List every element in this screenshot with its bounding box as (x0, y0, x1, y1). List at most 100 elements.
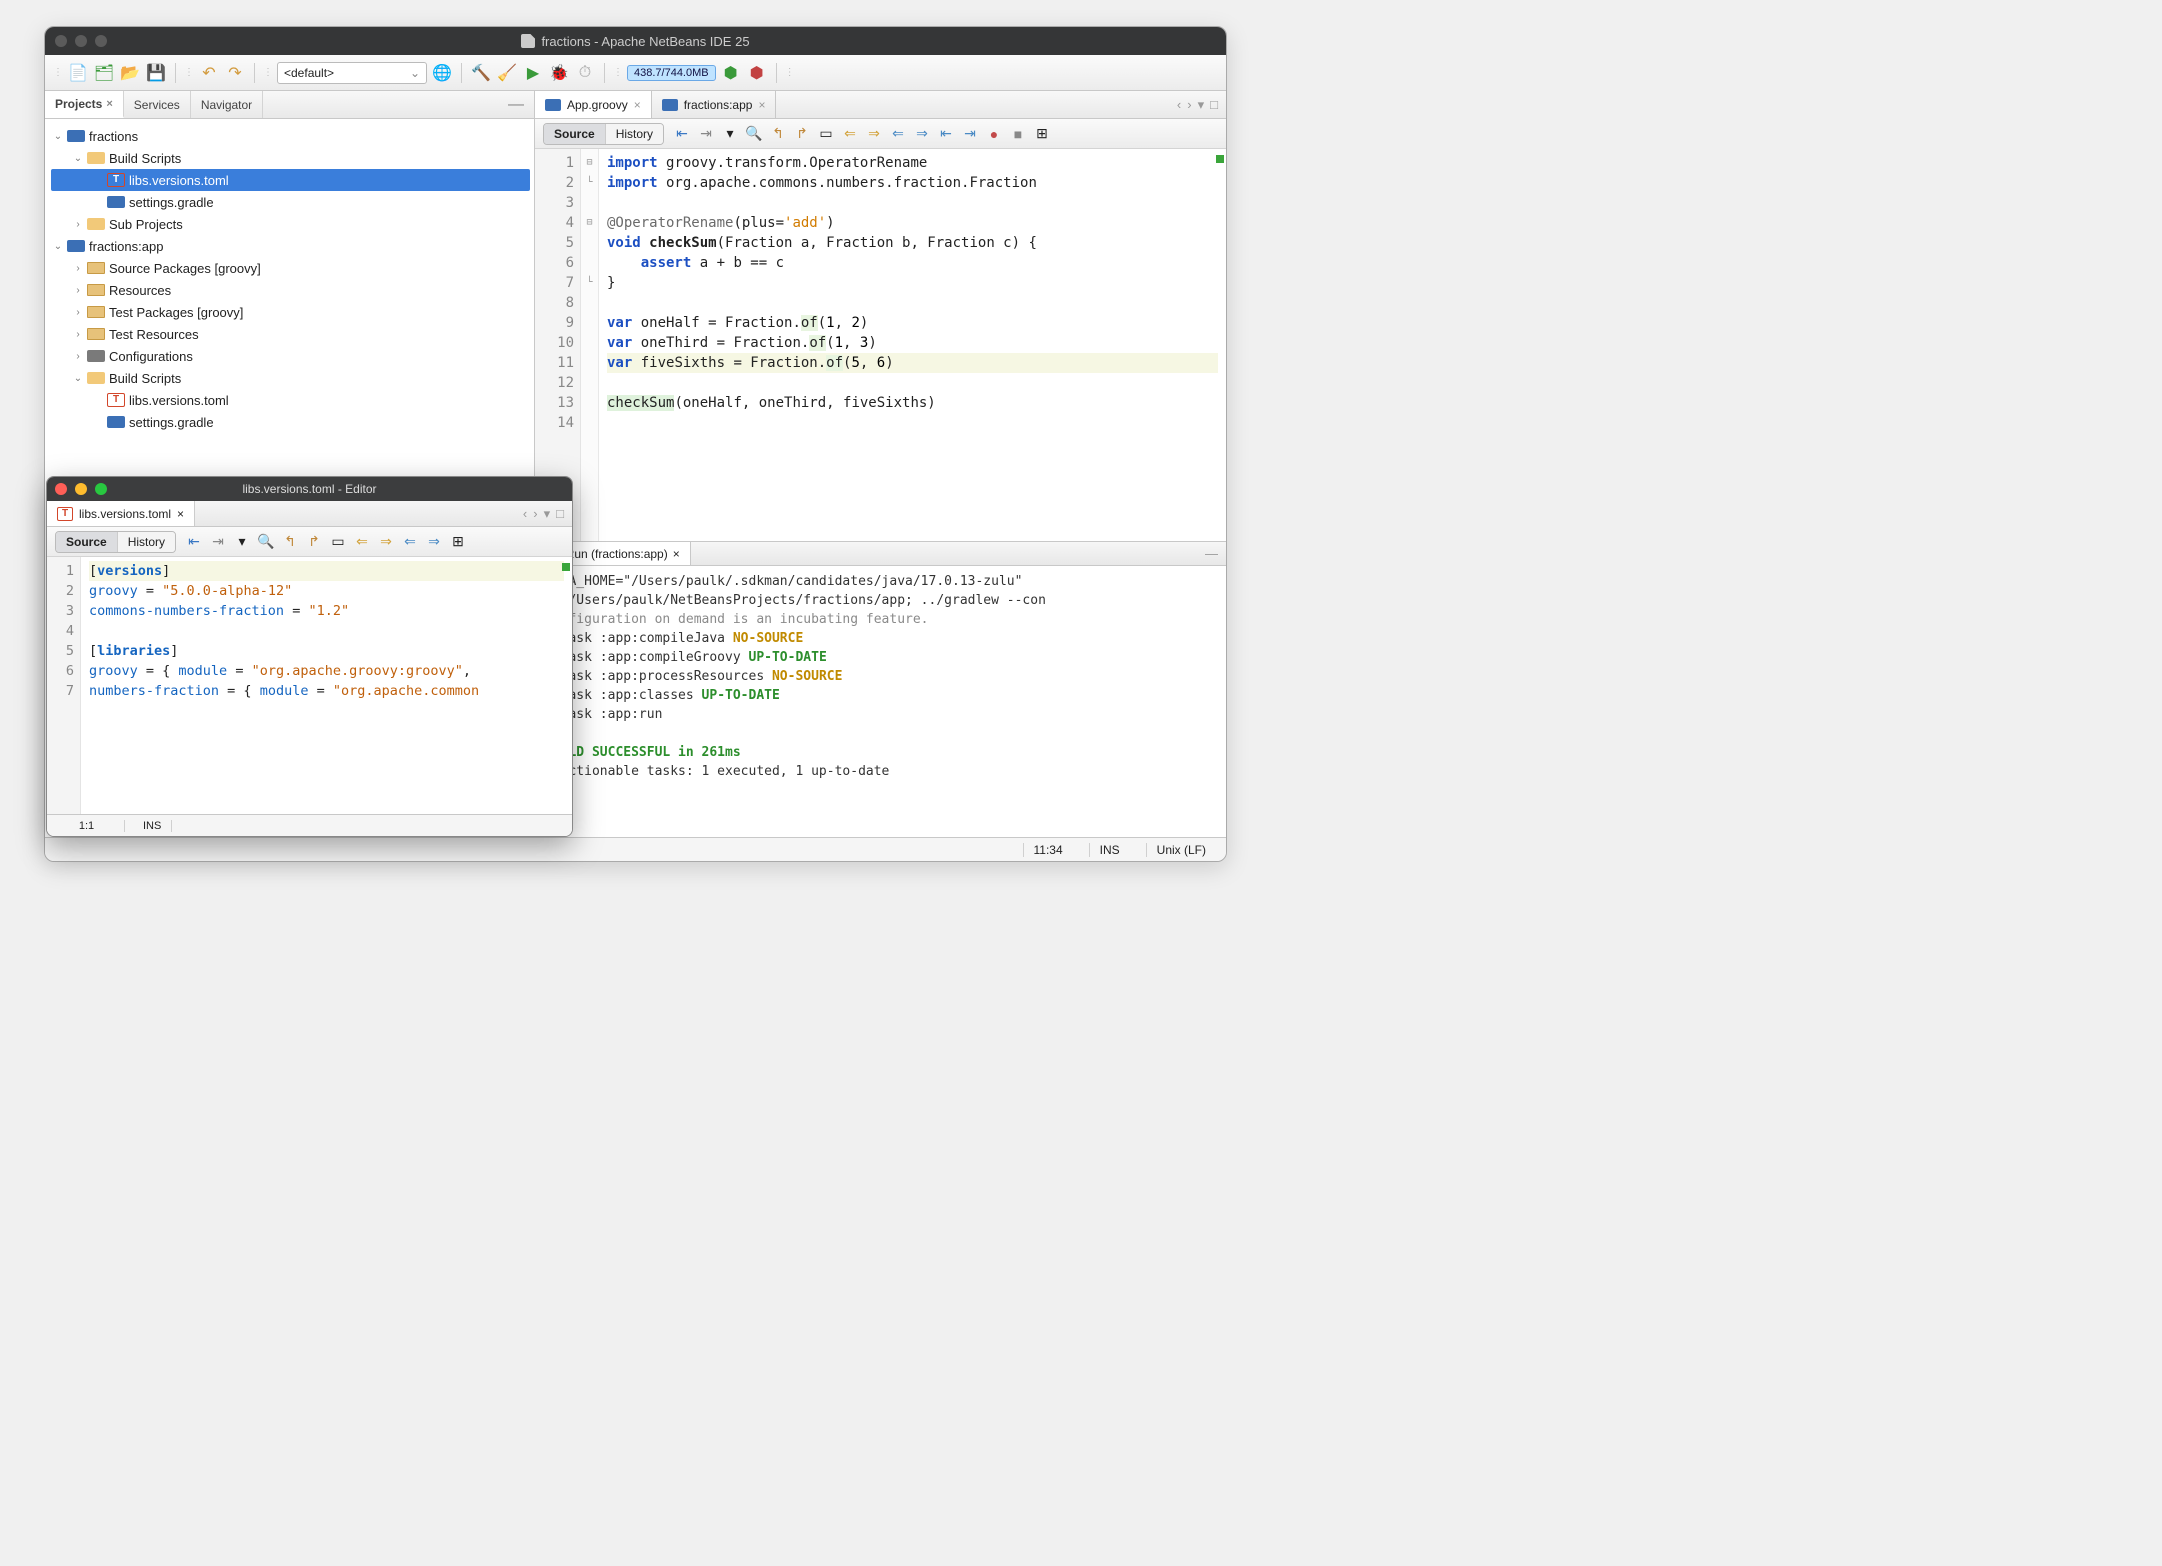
profile-icon[interactable]: ⏱ (574, 62, 596, 84)
prev-icon[interactable]: ↰ (280, 532, 300, 552)
gc-stop-icon[interactable]: ⬢ (746, 62, 768, 84)
tab-navigator[interactable]: Navigator (191, 91, 263, 118)
bookmark-prev-icon[interactable]: ⇐ (888, 124, 908, 144)
disclosure-icon[interactable]: ⌄ (53, 131, 63, 142)
disclosure-icon[interactable]: › (73, 329, 83, 340)
run-config-combo[interactable]: <default> ⌄ (277, 62, 427, 84)
error-stripe-marker[interactable] (562, 563, 570, 571)
minimize-sidebar-icon[interactable]: — (498, 96, 534, 114)
code-editor[interactable]: 1234567891011121314 ⊟└⊟└ import import g… (535, 149, 1226, 541)
find-icon[interactable]: 🔍 (256, 532, 276, 552)
insert-mode[interactable]: INS (1089, 843, 1130, 857)
bookmark-next-icon[interactable]: ⇒ (424, 532, 444, 552)
next-tab-icon[interactable]: › (1187, 97, 1191, 112)
bookmark-next-icon[interactable]: ⇒ (912, 124, 932, 144)
tree-resources[interactable]: › Resources (51, 279, 530, 301)
tree-project-fractions-app[interactable]: ⌄ fractions:app (51, 235, 530, 257)
dropdown-icon[interactable]: ▾ (720, 124, 740, 144)
tree-build-scripts-2[interactable]: ⌄ Build Scripts (51, 367, 530, 389)
tree-source-packages[interactable]: › Source Packages [groovy] (51, 257, 530, 279)
tree-libs-versions-toml[interactable]: T libs.versions.toml (51, 169, 530, 191)
prev-tab-icon[interactable]: ‹ (523, 506, 527, 521)
close-icon[interactable]: × (673, 547, 680, 561)
tab-app-groovy[interactable]: App.groovy × (535, 91, 652, 118)
fold-column[interactable]: ⊟└⊟└ (581, 149, 599, 541)
history-tab[interactable]: History (118, 532, 175, 552)
find-icon[interactable]: 🔍 (744, 124, 764, 144)
disclosure-icon[interactable]: › (73, 285, 83, 296)
disclosure-icon[interactable]: › (73, 351, 83, 362)
stop-macro-icon[interactable]: ■ (1008, 124, 1028, 144)
float-tab-toml[interactable]: T libs.versions.toml × (47, 501, 195, 526)
build-icon[interactable]: 🔨 (470, 62, 492, 84)
tab-fractions-app[interactable]: fractions:app × (652, 91, 777, 118)
disclosure-icon[interactable]: ⌄ (53, 241, 63, 252)
tree-project-fractions[interactable]: ⌄ fractions (51, 125, 530, 147)
disclosure-icon[interactable]: › (73, 263, 83, 274)
error-stripe-marker[interactable] (1216, 155, 1224, 163)
disclosure-icon[interactable]: ⌄ (73, 153, 83, 164)
tree-configurations[interactable]: › Configurations (51, 345, 530, 367)
nav-fwd-icon[interactable]: ⇥ (208, 532, 228, 552)
run-icon[interactable]: ▶ (522, 62, 544, 84)
close-icon[interactable]: × (177, 507, 184, 521)
diff-prev-icon[interactable]: ⇐ (840, 124, 860, 144)
tree-test-resources[interactable]: › Test Resources (51, 323, 530, 345)
shift-right-icon[interactable]: ⇥ (960, 124, 980, 144)
maximize-icon[interactable]: □ (1210, 97, 1218, 112)
dropdown-icon[interactable]: ▾ (232, 532, 252, 552)
diff-next-icon[interactable]: ⇒ (864, 124, 884, 144)
source-tab[interactable]: Source (56, 532, 118, 552)
next-icon[interactable]: ↱ (304, 532, 324, 552)
bookmark-prev-icon[interactable]: ⇐ (400, 532, 420, 552)
memory-badge[interactable]: 438.7/744.0MB (627, 65, 716, 81)
close-icon[interactable]: × (106, 98, 112, 110)
tree-sub-projects[interactable]: › Sub Projects (51, 213, 530, 235)
split-icon[interactable]: ⊞ (1032, 124, 1052, 144)
tab-services[interactable]: Services (124, 91, 191, 118)
new-file-icon[interactable]: 📄 (67, 62, 89, 84)
code-content[interactable]: import import groovy.transform.OperatorR… (599, 149, 1226, 541)
split-icon[interactable]: ⊞ (448, 532, 468, 552)
shift-left-icon[interactable]: ⇤ (936, 124, 956, 144)
clean-build-icon[interactable]: 🧹 (496, 62, 518, 84)
nav-back-icon[interactable]: ⇤ (672, 124, 692, 144)
next-tab-icon[interactable]: › (533, 506, 537, 521)
close-icon[interactable]: × (758, 98, 765, 112)
next-icon[interactable]: ↱ (792, 124, 812, 144)
disclosure-icon[interactable]: ⌄ (73, 373, 83, 384)
open-icon[interactable]: 📂 (119, 62, 141, 84)
float-code-editor[interactable]: 1234567 [versions] groovy = "5.0.0-alpha… (47, 557, 572, 814)
diff-next-icon[interactable]: ⇒ (376, 532, 396, 552)
float-insert-mode[interactable]: INS (139, 820, 172, 832)
new-project-icon[interactable]: 🗂 (93, 62, 115, 84)
nav-back-icon[interactable]: ⇤ (184, 532, 204, 552)
select-icon[interactable]: ▭ (328, 532, 348, 552)
line-ending[interactable]: Unix (LF) (1146, 843, 1216, 857)
prev-icon[interactable]: ↰ (768, 124, 788, 144)
undo-icon[interactable]: ↶ (198, 62, 220, 84)
save-all-icon[interactable]: 💾 (145, 62, 167, 84)
disclosure-icon[interactable]: › (73, 219, 83, 230)
globe-icon[interactable]: 🌐 (431, 62, 453, 84)
gc-icon[interactable]: ⬢ (720, 62, 742, 84)
output-console[interactable]: JAVA_HOME="/Users/paulk/.sdkman/candidat… (535, 566, 1226, 837)
source-tab[interactable]: Source (544, 124, 606, 144)
record-macro-icon[interactable]: ● (984, 124, 1004, 144)
redo-icon[interactable]: ↷ (224, 62, 246, 84)
debug-icon[interactable]: 🐞 (548, 62, 570, 84)
tree-settings-gradle[interactable]: settings.gradle (51, 191, 530, 213)
float-code-content[interactable]: [versions] groovy = "5.0.0-alpha-12" com… (81, 557, 572, 814)
dropdown-icon[interactable]: ▾ (1198, 97, 1205, 113)
history-tab[interactable]: History (606, 124, 663, 144)
disclosure-icon[interactable]: › (73, 307, 83, 318)
dropdown-icon[interactable]: ▾ (544, 506, 551, 522)
maximize-icon[interactable]: □ (556, 506, 564, 521)
tab-projects[interactable]: Projects × (45, 91, 124, 118)
tree-settings-gradle-2[interactable]: settings.gradle (51, 411, 530, 433)
close-icon[interactable]: × (634, 98, 641, 112)
select-icon[interactable]: ▭ (816, 124, 836, 144)
tree-build-scripts[interactable]: ⌄ Build Scripts (51, 147, 530, 169)
nav-fwd-icon[interactable]: ⇥ (696, 124, 716, 144)
diff-prev-icon[interactable]: ⇐ (352, 532, 372, 552)
